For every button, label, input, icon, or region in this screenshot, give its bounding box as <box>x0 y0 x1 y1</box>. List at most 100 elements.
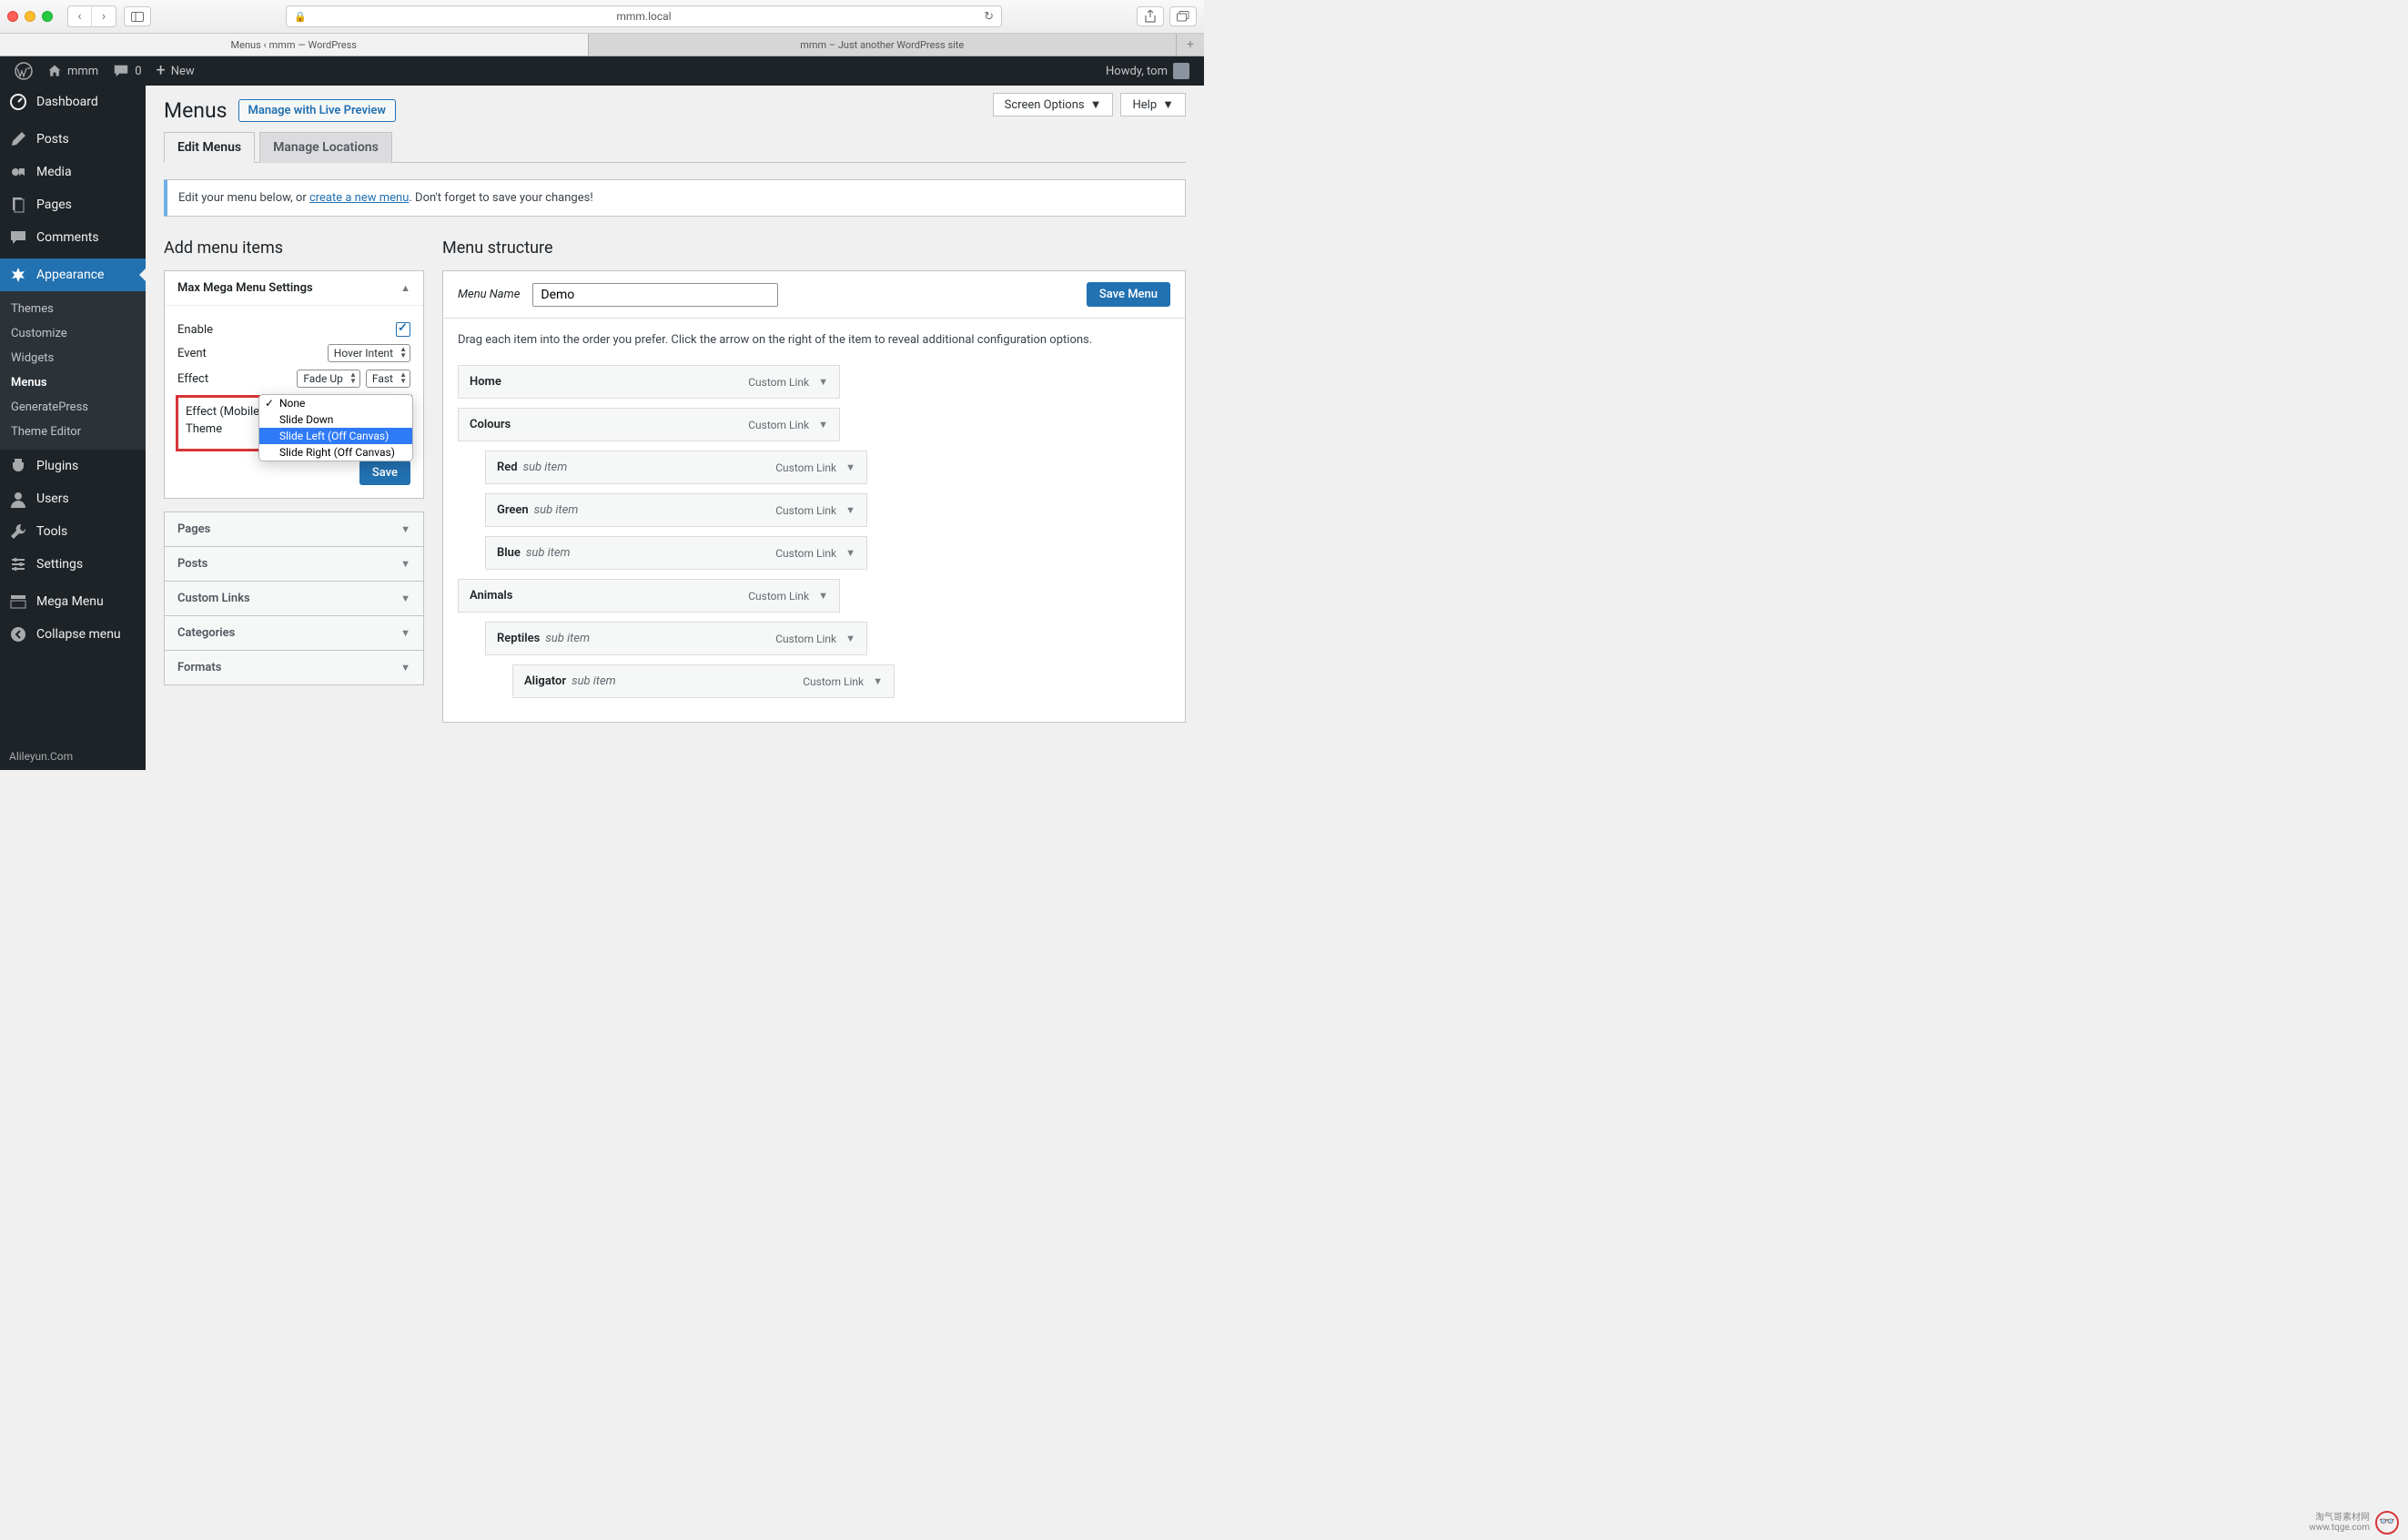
safari-toolbar: ‹ › 🔒 mmm.local ↻ <box>0 0 1204 34</box>
effect-speed-select[interactable]: Fast▲▼ <box>366 370 410 388</box>
menu-posts[interactable]: Posts <box>0 123 146 156</box>
submenu-themes[interactable]: Themes <box>0 297 146 321</box>
effect-label: Effect <box>177 372 208 386</box>
reload-icon[interactable]: ↻ <box>984 10 994 24</box>
panel-categories[interactable]: Categories▼ <box>164 615 424 651</box>
effect-mobile-label: Effect (Mobile) <box>186 405 264 419</box>
wp-content: Screen Options ▼ Help ▼ Menus Manage wit… <box>146 86 1204 770</box>
submenu-appearance: Themes Customize Widgets Menus GenerateP… <box>0 291 146 450</box>
back-button[interactable]: ‹ <box>68 6 92 26</box>
chevron-down-icon: ▼ <box>1162 97 1174 112</box>
chevron-down-icon: ▼ <box>818 419 828 431</box>
sidebar-toggle-button[interactable] <box>124 6 151 26</box>
chevron-down-icon: ▼ <box>845 504 855 516</box>
save-button[interactable]: Save <box>359 461 410 485</box>
submenu-widgets[interactable]: Widgets <box>0 346 146 370</box>
panel-mega-settings: Max Mega Menu Settings▲ Enable EventHove… <box>164 270 424 499</box>
submenu-menus[interactable]: Menus <box>0 370 146 395</box>
panel-mega-settings-head[interactable]: Max Mega Menu Settings▲ <box>165 271 423 305</box>
close-window-icon[interactable] <box>7 11 18 22</box>
maximize-window-icon[interactable] <box>42 11 53 22</box>
menu-settings[interactable]: Settings <box>0 548 146 581</box>
menu-item[interactable]: Reptilessub itemCustom Link▼ <box>485 622 867 655</box>
submenu-customize[interactable]: Customize <box>0 321 146 346</box>
menu-mega[interactable]: Mega Menu <box>0 585 146 618</box>
menu-item[interactable]: HomeCustom Link▼ <box>458 365 840 399</box>
live-preview-button[interactable]: Manage with Live Preview <box>238 99 396 122</box>
menu-users[interactable]: Users <box>0 482 146 515</box>
menu-item[interactable]: Redsub itemCustom Link▼ <box>485 451 867 484</box>
menu-item[interactable]: AnimalsCustom Link▼ <box>458 579 840 613</box>
menu-appearance[interactable]: Appearance <box>0 258 146 291</box>
chevron-down-icon: ▼ <box>400 558 410 570</box>
menu-item[interactable]: Greensub itemCustom Link▼ <box>485 493 867 527</box>
menu-structure-heading: Menu structure <box>442 238 1186 258</box>
dropdown-option-slide-down[interactable]: Slide Down <box>259 411 412 428</box>
menu-pages[interactable]: Pages <box>0 188 146 221</box>
screen-options-button[interactable]: Screen Options ▼ <box>993 93 1114 117</box>
nav-back-forward: ‹ › <box>67 5 116 27</box>
save-menu-button[interactable]: Save Menu <box>1087 282 1170 307</box>
highlight-box: Effect (Mobile) Theme None Slide Down Sl… <box>176 395 412 451</box>
minimize-window-icon[interactable] <box>25 11 35 22</box>
dropdown-option-slide-left[interactable]: Slide Left (Off Canvas) <box>259 428 412 444</box>
menu-media[interactable]: Media <box>0 156 146 188</box>
lock-icon: 🔒 <box>294 11 307 23</box>
menu-item[interactable]: Bluesub itemCustom Link▼ <box>485 536 867 570</box>
chevron-down-icon: ▼ <box>873 675 883 687</box>
menu-name-input[interactable] <box>532 283 778 307</box>
menu-name-label: Menu Name <box>458 288 520 301</box>
safari-tabs: Menus ‹ mmm — WordPress mmm – Just anoth… <box>0 34 1204 56</box>
menu-item[interactable]: ColoursCustom Link▼ <box>458 408 840 441</box>
chevron-up-icon: ▲ <box>400 282 410 294</box>
menu-dashboard[interactable]: Dashboard <box>0 86 146 118</box>
wp-logo[interactable] <box>7 56 40 86</box>
enable-checkbox[interactable] <box>396 322 410 337</box>
chevron-down-icon: ▼ <box>400 593 410 604</box>
chevron-down-icon: ▼ <box>818 590 828 602</box>
tabs-button[interactable] <box>1169 6 1197 26</box>
nav-tabs: Edit Menus Manage Locations <box>164 132 1186 163</box>
menu-tools[interactable]: Tools <box>0 515 146 548</box>
submenu-theme-editor[interactable]: Theme Editor <box>0 420 146 444</box>
panel-formats[interactable]: Formats▼ <box>164 650 424 685</box>
forward-button[interactable]: › <box>92 6 116 26</box>
share-button[interactable] <box>1137 6 1164 26</box>
dropdown-option-none[interactable]: None <box>259 395 412 411</box>
event-label: Event <box>177 347 207 360</box>
tab-edit-menus[interactable]: Edit Menus <box>164 132 255 163</box>
avatar-icon <box>1173 63 1189 79</box>
window-controls <box>7 11 53 22</box>
site-link[interactable]: mmm <box>40 56 106 86</box>
panel-pages[interactable]: Pages▼ <box>164 512 424 547</box>
browser-tab-active[interactable]: Menus ‹ mmm — WordPress <box>0 34 589 56</box>
menu-item[interactable]: Aligatorsub itemCustom Link▼ <box>512 664 895 698</box>
menu-frame: Menu Name Save Menu Drag each item into … <box>442 270 1186 723</box>
chevron-down-icon: ▼ <box>845 461 855 473</box>
chevron-down-icon: ▼ <box>400 523 410 535</box>
url-bar[interactable]: 🔒 mmm.local ↻ <box>286 5 1002 27</box>
comments-link[interactable]: 0 <box>106 56 148 86</box>
howdy-link[interactable]: Howdy, tom <box>1098 56 1197 86</box>
browser-tab[interactable]: mmm – Just another WordPress site <box>589 34 1178 56</box>
collapse-menu[interactable]: Collapse menu <box>0 618 146 651</box>
menu-plugins[interactable]: Plugins <box>0 450 146 482</box>
new-link[interactable]: +New <box>149 56 202 86</box>
event-select[interactable]: Hover Intent▲▼ <box>328 344 410 362</box>
submenu-generatepress[interactable]: GeneratePress <box>0 395 146 420</box>
create-menu-link[interactable]: create a new menu <box>309 191 409 205</box>
page-title: Menus <box>164 98 228 123</box>
panel-custom-links[interactable]: Custom Links▼ <box>164 581 424 616</box>
tab-manage-locations[interactable]: Manage Locations <box>259 132 392 163</box>
sidebar-footer: Alileyun.Com <box>9 750 73 763</box>
dropdown-option-slide-right[interactable]: Slide Right (Off Canvas) <box>259 444 412 461</box>
new-tab-button[interactable]: + <box>1177 34 1204 56</box>
help-button[interactable]: Help ▼ <box>1120 93 1186 117</box>
effect-mobile-dropdown[interactable]: None Slide Down Slide Left (Off Canvas) … <box>258 394 413 461</box>
panel-posts[interactable]: Posts▼ <box>164 546 424 582</box>
chevron-down-icon: ▼ <box>818 376 828 388</box>
chevron-down-icon: ▼ <box>400 627 410 639</box>
menu-comments[interactable]: Comments <box>0 221 146 254</box>
effect-select[interactable]: Fade Up▲▼ <box>297 370 360 388</box>
instructions: Drag each item into the order you prefer… <box>458 333 1170 347</box>
